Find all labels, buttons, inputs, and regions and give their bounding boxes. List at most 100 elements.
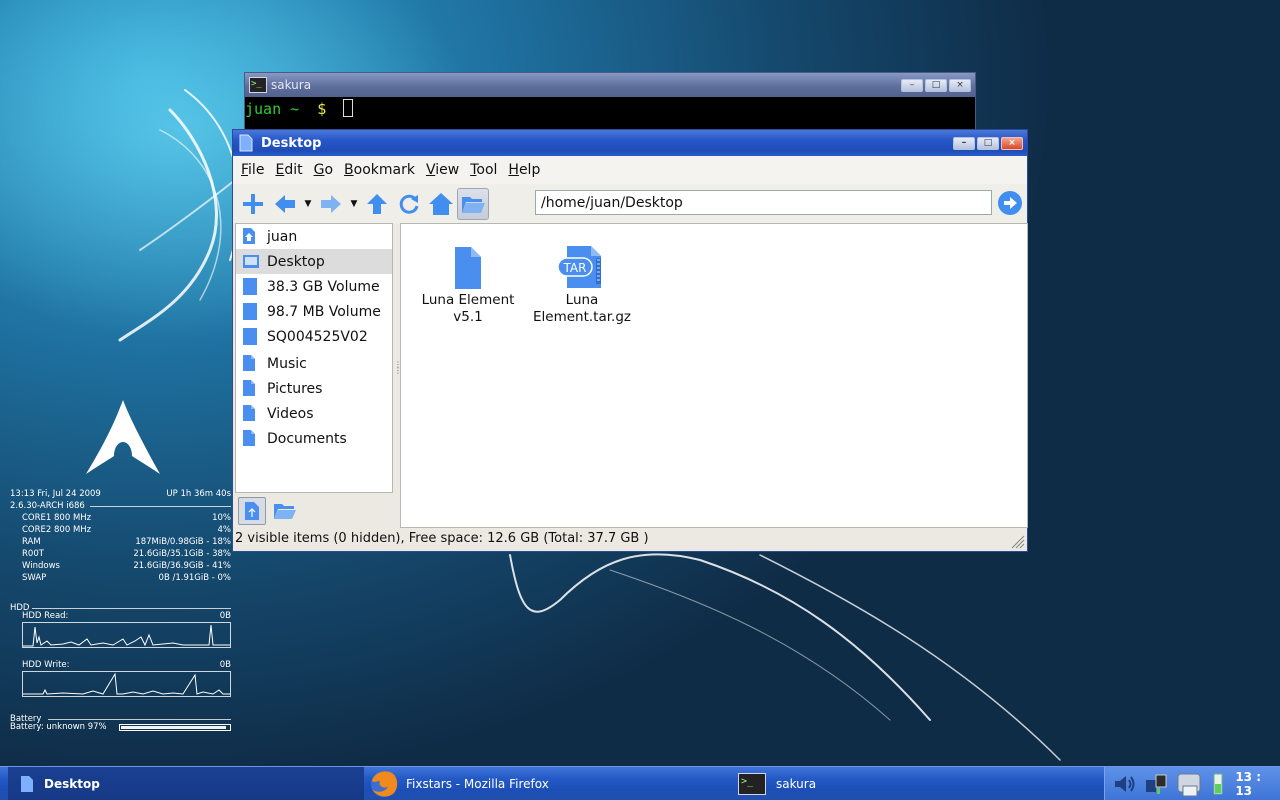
terminal-close-button[interactable]: ×: [949, 78, 971, 92]
printer-icon[interactable]: [1175, 770, 1204, 798]
menu-view[interactable]: View: [426, 162, 459, 178]
file-name-line2: Element.tar.gz: [532, 309, 631, 325]
task-sakura[interactable]: >_ sakura: [738, 767, 1102, 800]
prompt-user: juan: [245, 100, 282, 118]
task-desktop[interactable]: Desktop: [8, 767, 364, 800]
folder-open-icon: [462, 197, 485, 213]
file-item[interactable]: Luna Element v5.1: [413, 232, 523, 326]
terminal-prompt[interactable]: juan ~ $: [245, 97, 975, 118]
tar-badge-label: TAR: [563, 261, 587, 275]
firefox-icon: [371, 771, 398, 797]
file-manager-title: Desktop: [261, 135, 322, 151]
close-button[interactable]: ×: [1001, 136, 1023, 150]
sidebar-item-38-3-gb-volume[interactable]: 38.3 GB Volume: [236, 274, 392, 299]
directory-tree-tab[interactable]: [271, 497, 299, 525]
menu-mnemonic: F: [241, 162, 249, 178]
file-manager-window[interactable]: Desktop – □ × File Edit Go Bookmark View Tool…: [232, 129, 1028, 552]
menu-label-rest: elp: [518, 162, 541, 178]
pane-splitter[interactable]: ⋮ ⋮: [394, 361, 402, 388]
sidebar-item-documents[interactable]: Documents: [236, 426, 392, 451]
places-tab[interactable]: [238, 497, 266, 525]
menu-bar: File Edit Go Bookmark View Tool Help: [233, 156, 1027, 184]
conky-core2-value: 4%: [217, 525, 232, 535]
go-icon[interactable]: [996, 189, 1024, 217]
taskbar: Desktop Fixstars - Mozilla Firefox >_ sa…: [0, 766, 1280, 800]
file-manager-titlebar[interactable]: Desktop – □ ×: [233, 130, 1027, 156]
hdd-read-label: HDD Read:: [22, 611, 69, 621]
volume-icon: [243, 328, 257, 345]
plus-icon: [243, 194, 263, 214]
hdd-write-label: HDD Write:: [22, 660, 70, 670]
home-button[interactable]: [425, 188, 457, 220]
conky-time: 13:13 Fri, Jul 24 2009: [10, 489, 101, 499]
clock[interactable]: 13 : 13: [1235, 770, 1280, 798]
desktop-icon: [243, 255, 259, 268]
menu-tool[interactable]: Tool: [470, 162, 497, 178]
sidebar-item-juan[interactable]: juan: [236, 224, 392, 249]
tar-archive-icon: TAR: [557, 246, 601, 288]
sidebar-item-label: Pictures: [267, 380, 323, 397]
battery-icon[interactable]: [1212, 772, 1224, 796]
menu-edit[interactable]: Edit: [275, 162, 302, 178]
new-tab-button[interactable]: [237, 188, 269, 220]
back-button[interactable]: [269, 188, 301, 220]
up-button[interactable]: [361, 188, 393, 220]
menu-label-rest: ool: [476, 162, 498, 178]
maximize-button[interactable]: □: [977, 136, 999, 150]
side-pane: juan Desktop 38.3 GB Volume 98.7 MB Volume S…: [235, 223, 393, 493]
volume-icon[interactable]: [1113, 773, 1136, 795]
conky-swap-label: SWAP: [22, 573, 47, 583]
menu-go[interactable]: Go: [314, 162, 333, 178]
terminal-icon: >_: [249, 77, 267, 93]
folder-view[interactable]: Luna Element v5.1 TAR Luna Element.tar.gz: [400, 223, 1028, 528]
sidebar-item-sq004525v02[interactable]: SQ004525V02: [236, 324, 392, 349]
minimize-button[interactable]: –: [953, 136, 975, 150]
sidebar-item-music[interactable]: Music: [236, 351, 392, 376]
task-desktop-label: Desktop: [44, 777, 100, 791]
sidebar-item-desktop[interactable]: Desktop: [236, 249, 392, 274]
hdd-read-graph: [22, 622, 231, 648]
forward-button[interactable]: [315, 188, 347, 220]
reload-button[interactable]: [393, 188, 425, 220]
forward-history-dropdown[interactable]: ▼: [347, 188, 361, 220]
arrow-right-icon: [321, 195, 341, 213]
file-item[interactable]: TAR Luna Element.tar.gz: [527, 232, 637, 326]
menu-help[interactable]: Help: [508, 162, 540, 178]
back-history-dropdown[interactable]: ▼: [301, 188, 315, 220]
conky-windows-label: Windows: [22, 561, 60, 571]
places-icon: [245, 502, 259, 520]
menu-bookmark[interactable]: Bookmark: [344, 162, 415, 178]
sakura-terminal-window[interactable]: >_ sakura – □ × juan ~ $: [244, 72, 976, 132]
conky-root-value: 21.6GiB/35.1GiB - 38%: [133, 549, 231, 559]
sidebar-item-label: Desktop: [267, 253, 325, 270]
arrow-left-icon: [275, 195, 295, 213]
sidebar-item-pictures[interactable]: Pictures: [236, 376, 392, 401]
terminal-maximize-button[interactable]: □: [925, 78, 947, 92]
resize-grip-icon[interactable]: [1011, 535, 1025, 549]
reload-icon: [399, 194, 419, 214]
sidebar-item-label: Documents: [267, 430, 347, 447]
location-input[interactable]: [535, 190, 992, 215]
battery-bar-fill: [121, 725, 226, 729]
system-tray: 13 : 13: [1104, 767, 1280, 800]
task-firefox[interactable]: Fixstars - Mozilla Firefox: [368, 767, 734, 800]
battery-text: Battery: unknown 97%: [10, 722, 107, 732]
conky-uptime: UP 1h 36m 40s: [166, 489, 231, 499]
sidebar-item-label: Videos: [267, 405, 314, 422]
prompt-path: ~: [290, 100, 300, 118]
conky-ram-label: RAM: [22, 537, 41, 547]
conky-root-label: R00T: [22, 549, 44, 559]
menu-file[interactable]: File: [241, 162, 264, 178]
network-icon[interactable]: [1144, 772, 1167, 796]
sidebar-item-98-7-mb-volume[interactable]: 98.7 MB Volume: [236, 299, 392, 324]
menu-mnemonic: G: [313, 162, 325, 178]
menu-mnemonic: V: [425, 162, 436, 178]
show-sidebar-button[interactable]: [457, 188, 489, 220]
sidebar-item-videos[interactable]: Videos: [236, 401, 392, 426]
volume-icon: [243, 303, 257, 320]
terminal-titlebar[interactable]: >_ sakura – □ ×: [245, 73, 975, 97]
conky-windows-value: 21.6GiB/36.9GiB - 41%: [133, 561, 231, 571]
terminal-minimize-button[interactable]: –: [901, 78, 923, 92]
conky-system-monitor: 13:13 Fri, Jul 24 2009 UP 1h 36m 40s 2.6.…: [10, 488, 231, 733]
side-pane-tabs: [235, 494, 393, 528]
